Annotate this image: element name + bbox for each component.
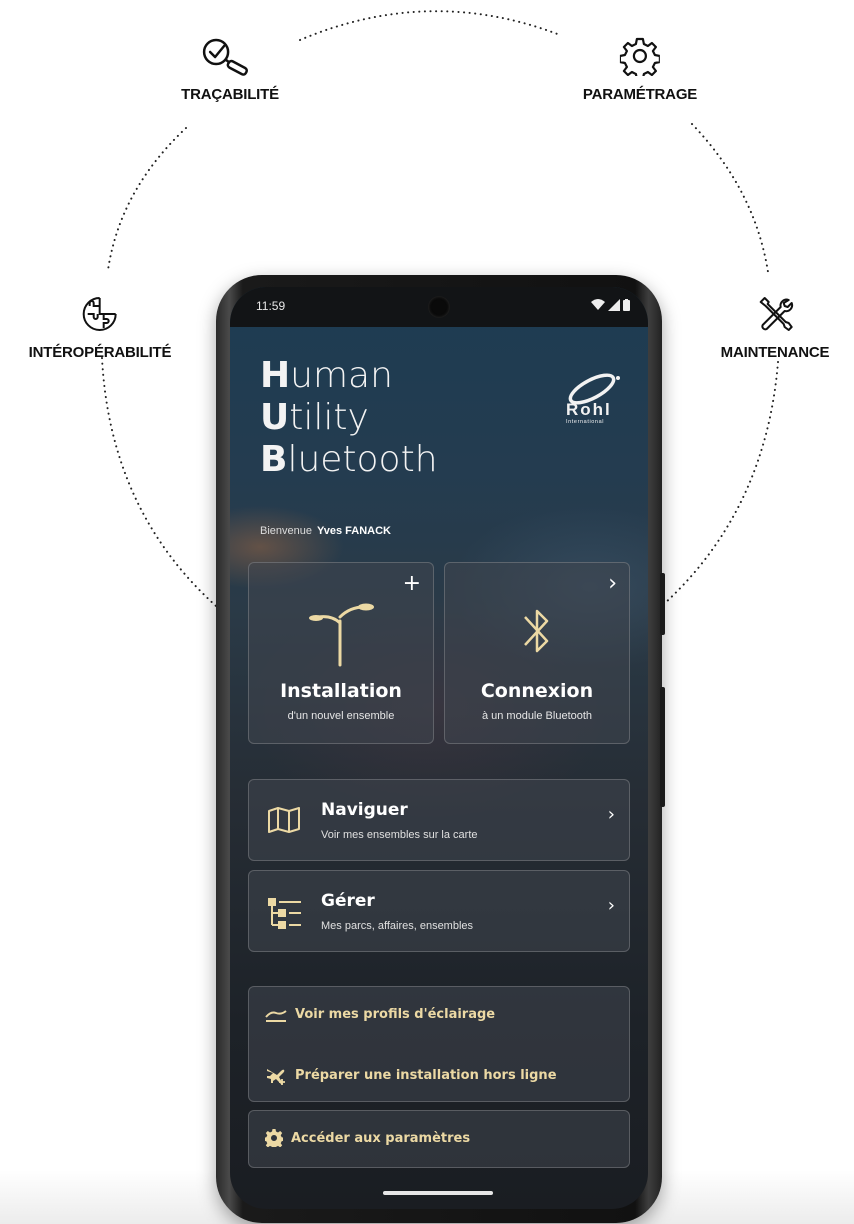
puzzle-globe-icon	[29, 294, 172, 338]
home-indicator[interactable]	[383, 1191, 493, 1195]
airplane-plus-icon	[267, 1069, 285, 1085]
row-title: Gérer	[321, 891, 375, 911]
gerer-row[interactable]: Gérer Mes parcs, affaires, ensembles ›	[248, 870, 630, 952]
tools-icon	[721, 294, 830, 338]
welcome-text: Bienvenue Yves FANACK	[260, 525, 391, 537]
signal-icon	[608, 299, 620, 311]
title-line-3: Bluetooth	[260, 439, 438, 480]
tree-list-icon	[267, 897, 303, 936]
rohl-logo: Rohl International	[564, 373, 626, 430]
feature-label: TRAÇABILITÉ	[181, 86, 279, 103]
settings-link-label: Accéder aux paramètres	[291, 1130, 471, 1146]
feature-tracabilite: TRAÇABILITÉ	[181, 36, 279, 103]
user-name: Yves FANACK	[317, 525, 391, 537]
feature-maintenance: MAINTENANCE	[721, 294, 830, 361]
gear-icon	[265, 1129, 283, 1147]
offline-link[interactable]: Préparer une installation hors ligne	[265, 1065, 557, 1085]
map-icon	[267, 806, 301, 839]
add-icon: +	[402, 571, 421, 596]
status-time: 11:59	[256, 299, 286, 313]
secondary-actions-card: Voir mes profils d'éclairage Préparer un…	[248, 986, 630, 1102]
chevron-right-icon: ›	[607, 804, 615, 825]
chevron-right-icon: ›	[607, 895, 615, 916]
feature-label: PARAMÉTRAGE	[582, 86, 698, 103]
bluetooth-icon	[517, 601, 557, 666]
connexion-tile[interactable]: › Connexion à un module Bluetooth	[444, 562, 630, 744]
feature-interoperabilite: INTÉROPÉRABILITÉ	[29, 294, 172, 361]
chevron-right-icon: ›	[608, 571, 617, 596]
app-screen: 11:59 Human Utility Bluetooth Rohl Inter…	[230, 287, 648, 1209]
settings-link[interactable]: Accéder aux paramètres	[265, 1129, 470, 1147]
wifi-icon	[591, 299, 605, 310]
tile-title: Connexion	[480, 680, 594, 702]
welcome-prefix: Bienvenue	[260, 525, 312, 537]
front-camera	[428, 296, 450, 318]
row-title: Naviguer	[321, 800, 408, 820]
check-magnifier-icon	[181, 36, 279, 80]
feature-parametrage: PARAMÉTRAGE	[583, 36, 697, 103]
row-subtitle: Mes parcs, affaires, ensembles	[321, 920, 474, 932]
profiles-link[interactable]: Voir mes profils d'éclairage	[265, 1007, 495, 1022]
title-line-2: Utility	[260, 397, 369, 438]
lighting-profile-icon	[265, 1009, 287, 1022]
tile-subtitle: d'un nouvel ensemble	[287, 710, 395, 722]
svg-text:International: International	[566, 419, 604, 425]
profiles-link-label: Voir mes profils d'éclairage	[295, 1007, 496, 1022]
installation-tile[interactable]: + Installation d'un nouvel ensemble	[248, 562, 434, 744]
phone-device: 11:59 Human Utility Bluetooth Rohl Inter…	[216, 275, 665, 1223]
power-button	[660, 687, 665, 807]
tile-title: Installation	[280, 680, 402, 702]
status-icons	[591, 299, 630, 311]
svg-text:Rohl: Rohl	[566, 400, 612, 419]
offline-link-label: Préparer une installation hors ligne	[295, 1067, 557, 1083]
volume-button	[660, 573, 665, 635]
tile-subtitle: à un module Bluetooth	[481, 710, 593, 722]
status-bar: 11:59	[230, 287, 648, 327]
battery-icon	[623, 299, 630, 311]
gear-icon	[583, 36, 697, 81]
row-subtitle: Voir mes ensembles sur la carte	[321, 829, 478, 841]
street-lamp-icon	[306, 601, 376, 672]
app-title: Human Utility Bluetooth	[260, 355, 438, 481]
naviguer-row[interactable]: Naviguer Voir mes ensembles sur la carte…	[248, 779, 630, 861]
feature-label: MAINTENANCE	[720, 344, 830, 361]
settings-card[interactable]: Accéder aux paramètres	[248, 1110, 630, 1168]
title-line-1: Human	[260, 355, 393, 396]
feature-label: INTÉROPÉRABILITÉ	[28, 344, 172, 361]
